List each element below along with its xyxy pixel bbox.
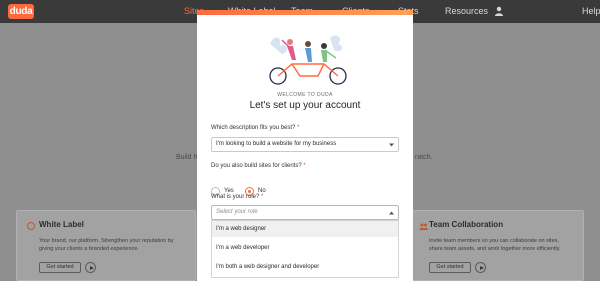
modal-accent-bar: [197, 10, 413, 15]
card-description: Your brand, our platform. Strengthen you…: [39, 238, 174, 252]
onboarding-modal: WELCOME TO DUDA Let's set up your accoun…: [197, 10, 413, 281]
role-option-web-developer[interactable]: I'm a web developer: [212, 240, 398, 256]
nav-item-help[interactable]: Help: [582, 0, 600, 23]
description-select[interactable]: I'm looking to build a website for my bu…: [211, 137, 399, 152]
role-question-label: What is your role? *: [211, 194, 264, 200]
build-for-clients-question-label: Do you also build sites for clients? *: [211, 163, 306, 169]
team-collaboration-card: Team Collaboration Invite team members s…: [406, 210, 584, 281]
card-title: Team Collaboration: [429, 220, 504, 229]
role-select[interactable]: Select your role: [211, 205, 399, 220]
role-select-placeholder: Select your role: [216, 209, 258, 215]
target-icon: [27, 222, 35, 230]
role-dropdown-menu: I'm a web designer I'm a web developer I…: [211, 220, 399, 278]
tandem-bike-illustration: [269, 35, 347, 85]
welcome-eyebrow: WELCOME TO DUDA: [277, 92, 333, 98]
team-icon: [419, 223, 428, 230]
chevron-down-icon: [389, 143, 394, 147]
user-icon[interactable]: [494, 6, 504, 16]
play-icon[interactable]: [85, 262, 96, 273]
backdrop-hint-left: Build h: [176, 154, 198, 161]
chevron-up-icon: [389, 211, 394, 215]
role-option-both[interactable]: I'm both a web designer and developer: [212, 259, 398, 275]
card-title: White Label: [39, 220, 84, 229]
description-select-value: I'm looking to build a website for my bu…: [216, 141, 337, 147]
modal-headline: Let's set up your account: [249, 100, 361, 111]
play-icon[interactable]: [475, 262, 486, 273]
white-label-card: White Label Your brand, our platform. St…: [16, 210, 196, 281]
role-option-web-designer[interactable]: I'm a web designer: [212, 221, 398, 237]
duda-logo[interactable]: duda: [8, 4, 34, 19]
nav-item-resources[interactable]: Resources: [445, 0, 488, 23]
get-started-button[interactable]: Get started: [39, 262, 81, 273]
description-question-label: Which description fits you best? *: [211, 125, 300, 131]
backdrop-hint-right: ratch.: [415, 154, 433, 161]
card-description: Invite team members so you can collabora…: [429, 238, 561, 252]
get-started-button[interactable]: Get started: [429, 262, 471, 273]
